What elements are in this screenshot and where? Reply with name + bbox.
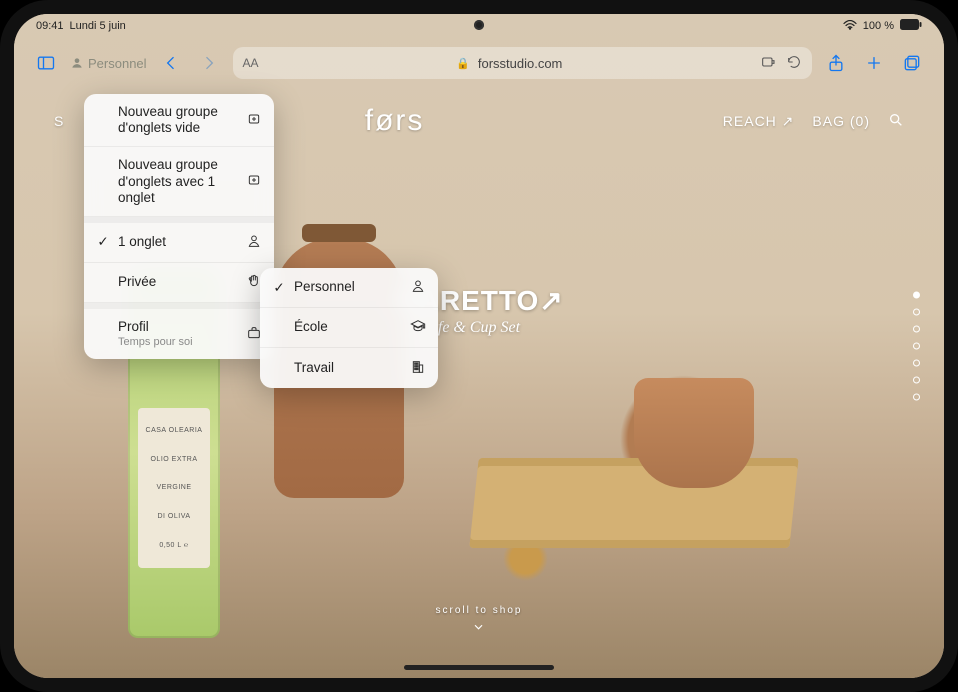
url-text: forsstudio.com [478,56,563,71]
search-icon[interactable] [888,112,904,131]
battery-text: 100 % [863,20,894,32]
page-dot[interactable] [913,377,920,384]
profile-option-personnel[interactable]: ✓ Personnel [260,268,438,308]
tabs-button[interactable] [898,49,926,77]
building-icon [410,359,426,378]
site-reach-link[interactable]: REACH ↗ [723,113,795,130]
safari-toolbar: Personnel AA 🔒 forsstudio.com [14,40,944,86]
bottle-label-line: VERGINE [142,484,206,491]
scroll-hint[interactable]: scroll to shop [436,605,523,634]
status-date: Lundi 5 juin [70,20,126,32]
profile-option-ecole[interactable]: École [260,308,438,348]
new-tab-button[interactable] [860,49,888,77]
site-brand[interactable]: førs [365,104,425,138]
wifi-icon [843,20,857,33]
front-camera [474,20,484,30]
status-time: 09:41 [36,20,64,32]
bottle-label-line: OLIO EXTRA [142,456,206,463]
check-icon: ✓ [96,234,110,250]
forward-button [195,49,223,77]
graduation-cap-icon [410,318,426,337]
new-tab-group-icon [246,172,262,191]
site-bag-link[interactable]: BAG (0) [812,113,870,129]
menu-item-label: Personnel [294,279,402,295]
tab-groups-menu: Nouveau groupe d'onglets vide Nouveau gr… [84,94,274,359]
menu-item-label: 1 onglet [118,234,238,250]
extensions-icon[interactable] [760,54,776,73]
profile-indicator-label: Personnel [88,56,147,71]
new-tab-group-icon [246,111,262,130]
menu-item-label: Travail [294,360,402,376]
address-bar[interactable]: AA 🔒 forsstudio.com [233,47,812,79]
menu-item-label: École [294,319,402,335]
page-dot[interactable] [913,360,920,367]
page-dot[interactable] [913,326,920,333]
menu-item-private[interactable]: Privée [84,263,274,303]
napkin-graphic [469,458,798,548]
menu-item-label: Nouveau groupe d'onglets avec 1 onglet [118,157,238,206]
bottle-label-line: CASA OLEARIA [142,427,206,434]
menu-item-label: Profil [118,319,149,334]
page-dot[interactable] [913,343,920,350]
sidebar-button[interactable] [32,49,60,77]
menu-item-one-tab[interactable]: ✓ 1 onglet [84,217,274,263]
chevron-down-icon [472,620,486,634]
screen: CASA OLEARIA OLIO EXTRA VERGINE DI OLIVA… [14,14,944,678]
back-button[interactable] [157,49,185,77]
share-button[interactable] [822,49,850,77]
bottle-label-line: 0,50 L ℮ [142,542,206,549]
profile-option-travail[interactable]: Travail [260,348,438,388]
person-icon [246,233,262,252]
site-nav-left[interactable]: S [54,113,66,129]
reader-aa-icon[interactable]: AA [243,56,259,70]
page-indicator[interactable] [913,292,920,401]
menu-item-label: Privée [118,274,238,290]
bottle-label-line: DI OLIVA [142,513,206,520]
menu-item-sublabel: Temps pour soi [118,336,238,349]
ipad-frame: CASA OLEARIA OLIO EXTRA VERGINE DI OLIVA… [0,0,958,692]
menu-item-label: Nouveau groupe d'onglets vide [118,104,238,136]
home-indicator[interactable] [404,665,554,670]
battery-icon [900,19,922,33]
scroll-hint-text: scroll to shop [436,605,523,616]
menu-item-profile[interactable]: Profil Temps pour soi [84,303,274,359]
menu-item-new-empty-group[interactable]: Nouveau groupe d'onglets vide [84,94,274,147]
page-dot[interactable] [913,309,920,316]
page-dot[interactable] [913,292,920,299]
page-dot[interactable] [913,394,920,401]
profile-indicator[interactable]: Personnel [70,56,147,71]
reload-icon[interactable] [786,54,802,73]
menu-item-new-group-with-tab[interactable]: Nouveau groupe d'onglets avec 1 onglet [84,147,274,217]
cup-graphic [634,378,754,488]
bottle-label: CASA OLEARIA OLIO EXTRA VERGINE DI OLIVA… [138,408,210,568]
lock-icon: 🔒 [456,57,470,70]
person-icon [410,278,426,297]
check-icon: ✓ [272,280,286,296]
profile-submenu: ✓ Personnel École Travail [260,268,438,388]
